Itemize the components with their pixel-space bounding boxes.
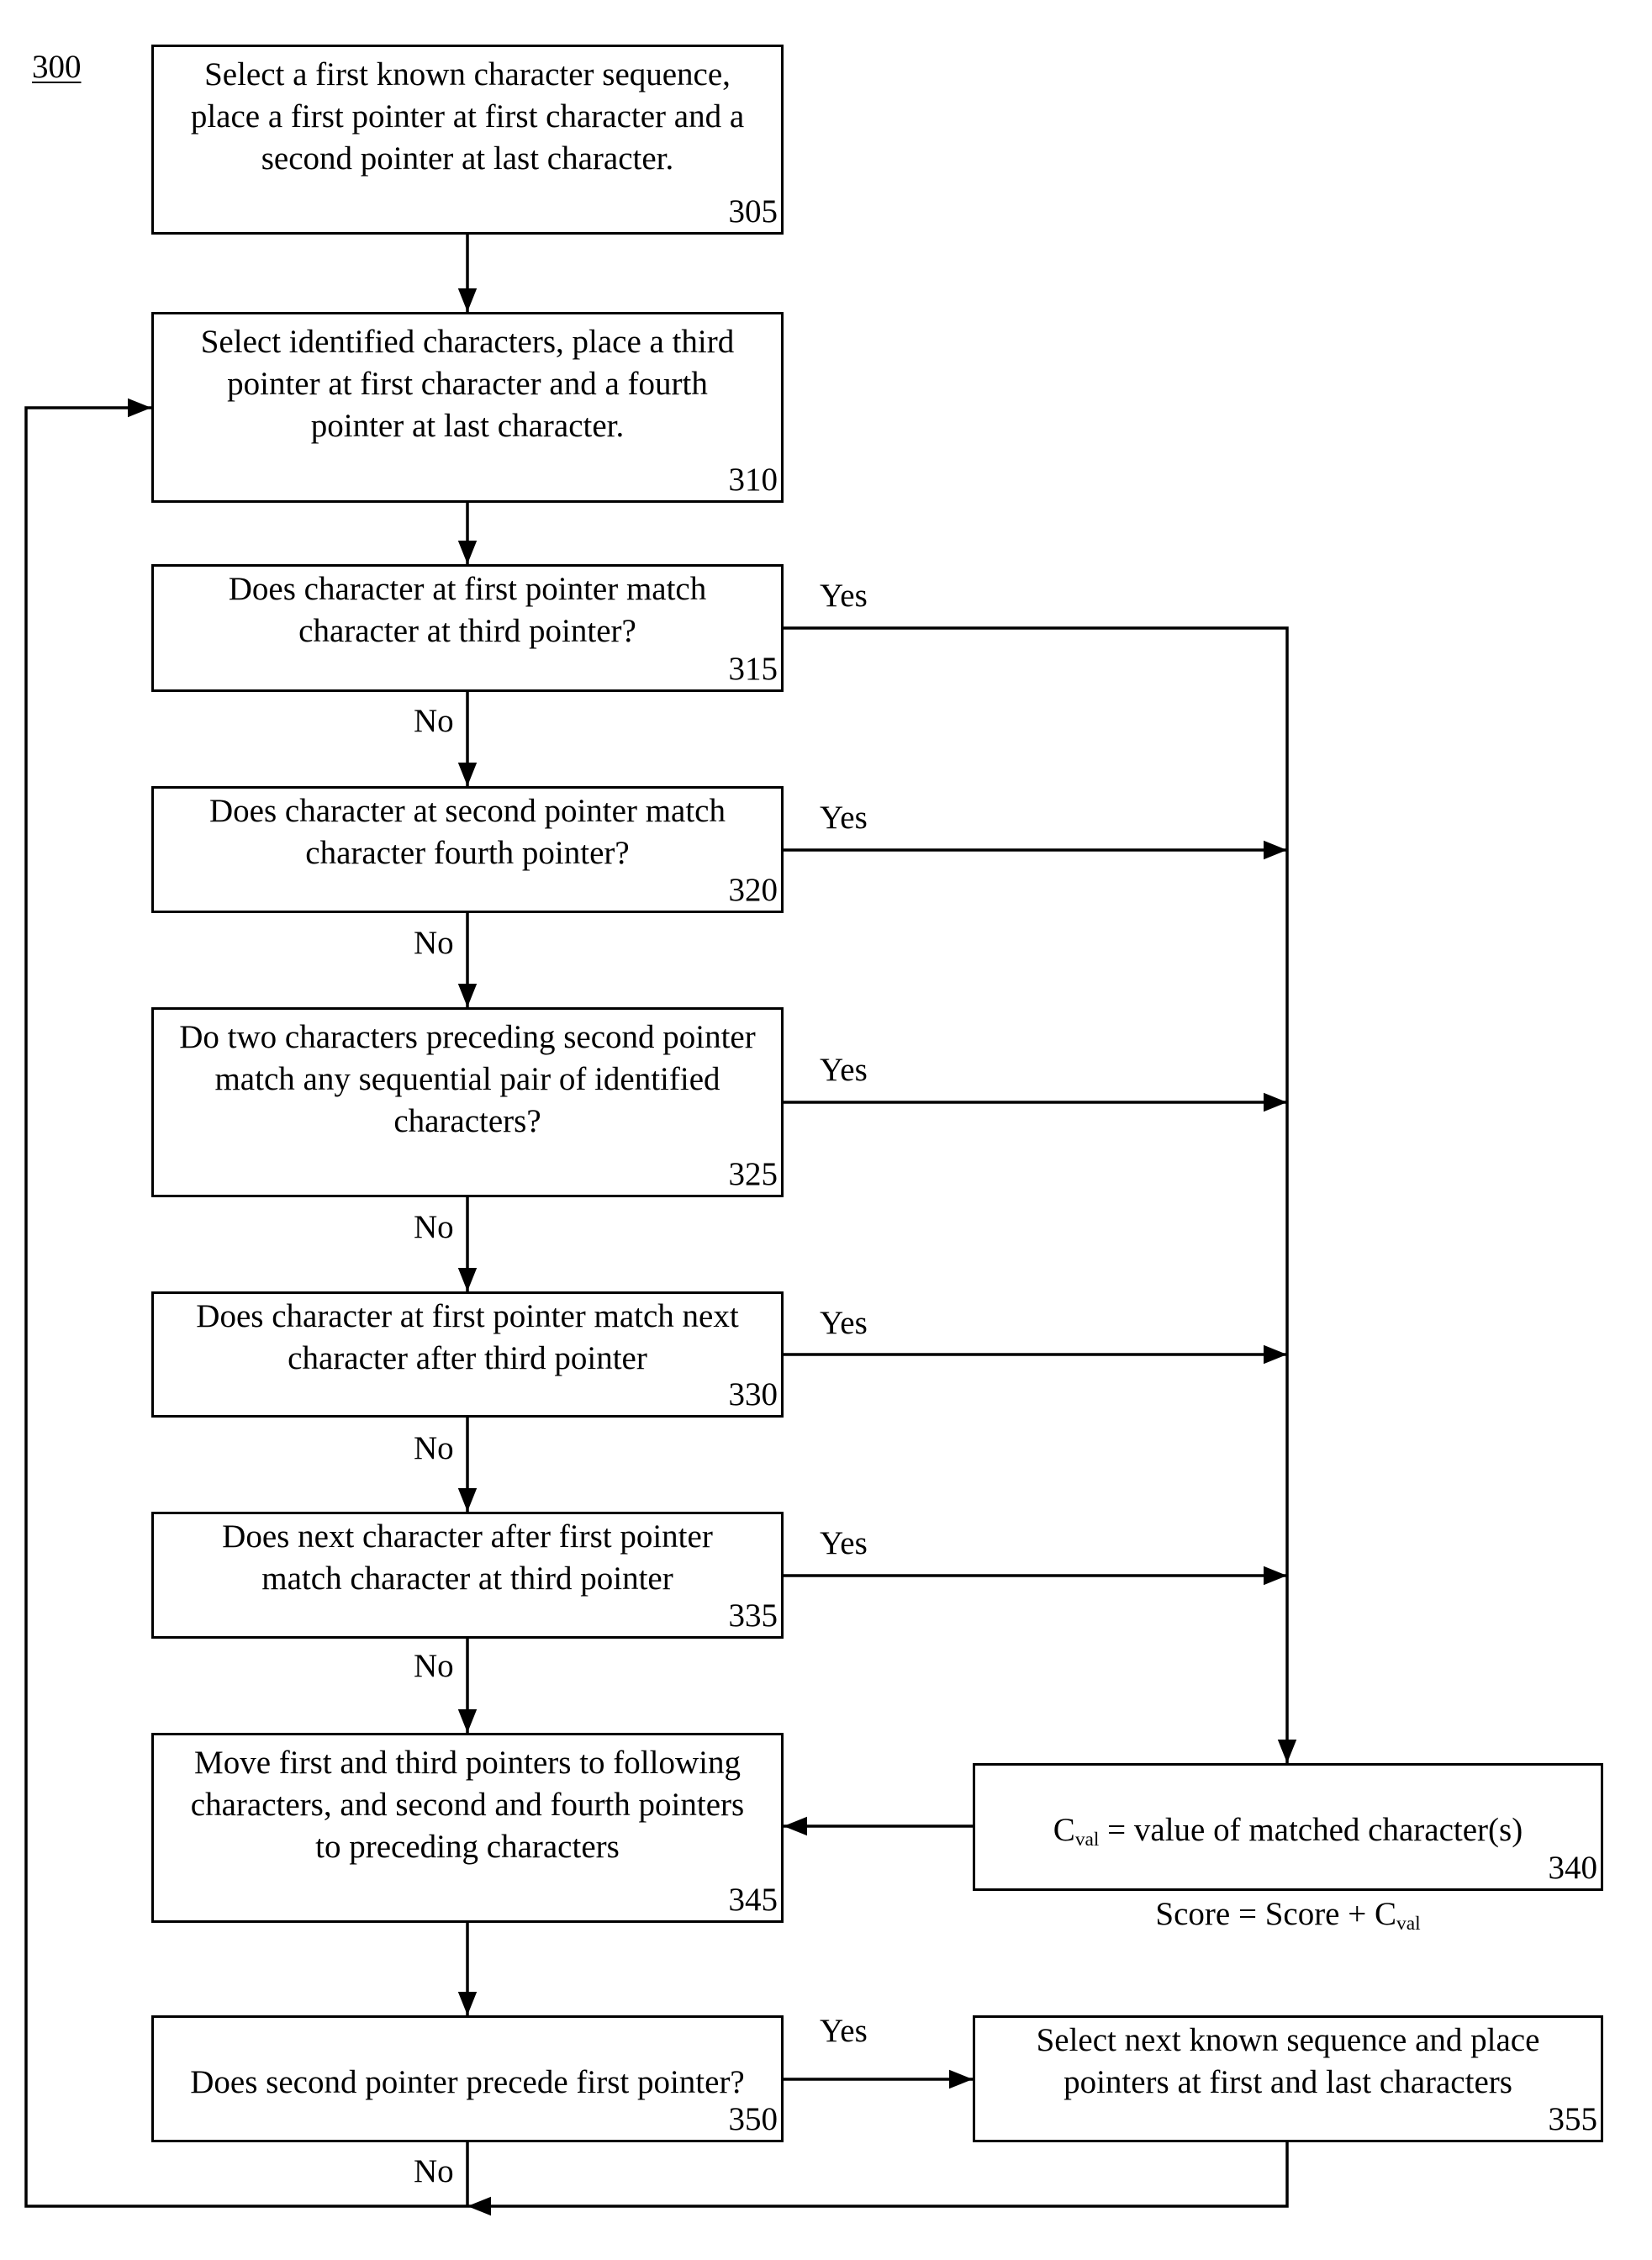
score-cval-subscript: val bbox=[1396, 1912, 1421, 1935]
step-345-box: Move first and third pointers to followi… bbox=[151, 1733, 784, 1923]
edge-355-return bbox=[467, 2142, 1289, 2216]
no-label-330: No bbox=[414, 1430, 454, 1466]
step-305-ref: 305 bbox=[728, 193, 778, 230]
decision-320-ref: 320 bbox=[728, 872, 778, 908]
step-305-text: Select a first known character sequence,… bbox=[190, 56, 745, 177]
step-340-text: Cval = value of matched character(s) Sco… bbox=[975, 1767, 1601, 1978]
decision-350-box: Does second pointer precede first pointe… bbox=[151, 2015, 784, 2142]
no-label-335: No bbox=[414, 1648, 454, 1684]
flowchart-canvas: 300 Select a first known character seque… bbox=[0, 0, 1652, 2260]
decision-335-text: Does next character after first pointer … bbox=[222, 1518, 713, 1597]
yes-label-350: Yes bbox=[820, 2013, 868, 2049]
edge-315-yes bbox=[784, 626, 1297, 1763]
step-340-line2: Score = Score + Cval bbox=[975, 1893, 1601, 1935]
step-310-box: Select identified characters, place a th… bbox=[151, 312, 784, 503]
yes-label-320: Yes bbox=[820, 800, 868, 836]
step-310-ref: 310 bbox=[728, 462, 778, 498]
decision-325-ref: 325 bbox=[728, 1156, 778, 1192]
cval-definition: = value of matched character(s) bbox=[1099, 1812, 1523, 1848]
no-label-325: No bbox=[414, 1209, 454, 1245]
cval-subscript: val bbox=[1074, 1828, 1100, 1851]
yes-label-315: Yes bbox=[820, 578, 868, 614]
step-340-line1: Cval = value of matched character(s) bbox=[975, 1809, 1601, 1851]
step-340-ref: 340 bbox=[1548, 1850, 1598, 1886]
decision-330-box: Does character at first pointer match ne… bbox=[151, 1291, 784, 1418]
decision-330-text: Does character at first pointer match ne… bbox=[196, 1298, 739, 1376]
decision-320-text: Does character at second pointer match c… bbox=[209, 793, 726, 871]
decision-320-box: Does character at second pointer match c… bbox=[151, 786, 784, 913]
step-340-box: Cval = value of matched character(s) Sco… bbox=[973, 1763, 1603, 1934]
decision-315-text: Does character at first pointer match ch… bbox=[228, 571, 707, 649]
step-355-text: Select next known sequence and place poi… bbox=[1036, 2022, 1540, 2100]
yes-label-325: Yes bbox=[820, 1052, 868, 1088]
step-345-ref: 345 bbox=[728, 1882, 778, 1918]
step-305-box: Select a first known character sequence,… bbox=[151, 45, 784, 235]
decision-350-ref: 350 bbox=[728, 2101, 778, 2137]
decision-315-box: Does character at first pointer match ch… bbox=[151, 564, 784, 692]
cval-symbol: C bbox=[1053, 1812, 1075, 1848]
no-label-350: No bbox=[414, 2153, 454, 2189]
decision-315-ref: 315 bbox=[728, 651, 778, 687]
step-355-ref: 355 bbox=[1548, 2101, 1598, 2137]
no-label-315: No bbox=[414, 703, 454, 739]
no-label-320: No bbox=[414, 925, 454, 961]
yes-label-330: Yes bbox=[820, 1305, 868, 1341]
decision-325-text: Do two characters preceding second point… bbox=[179, 1019, 756, 1139]
yes-label-335: Yes bbox=[820, 1525, 868, 1561]
decision-350-text: Does second pointer precede first pointe… bbox=[190, 2064, 745, 2100]
decision-335-ref: 335 bbox=[728, 1597, 778, 1634]
score-formula: Score = Score + C bbox=[1155, 1896, 1397, 1932]
step-310-text: Select identified characters, place a th… bbox=[200, 324, 735, 444]
step-355-box: Select next known sequence and place poi… bbox=[973, 2015, 1603, 2142]
decision-330-ref: 330 bbox=[728, 1376, 778, 1412]
decision-335-box: Does next character after first pointer … bbox=[151, 1512, 784, 1639]
step-345-text: Move first and third pointers to followi… bbox=[190, 1745, 745, 1865]
figure-label: 300 bbox=[32, 49, 82, 85]
decision-325-box: Do two characters preceding second point… bbox=[151, 1007, 784, 1197]
